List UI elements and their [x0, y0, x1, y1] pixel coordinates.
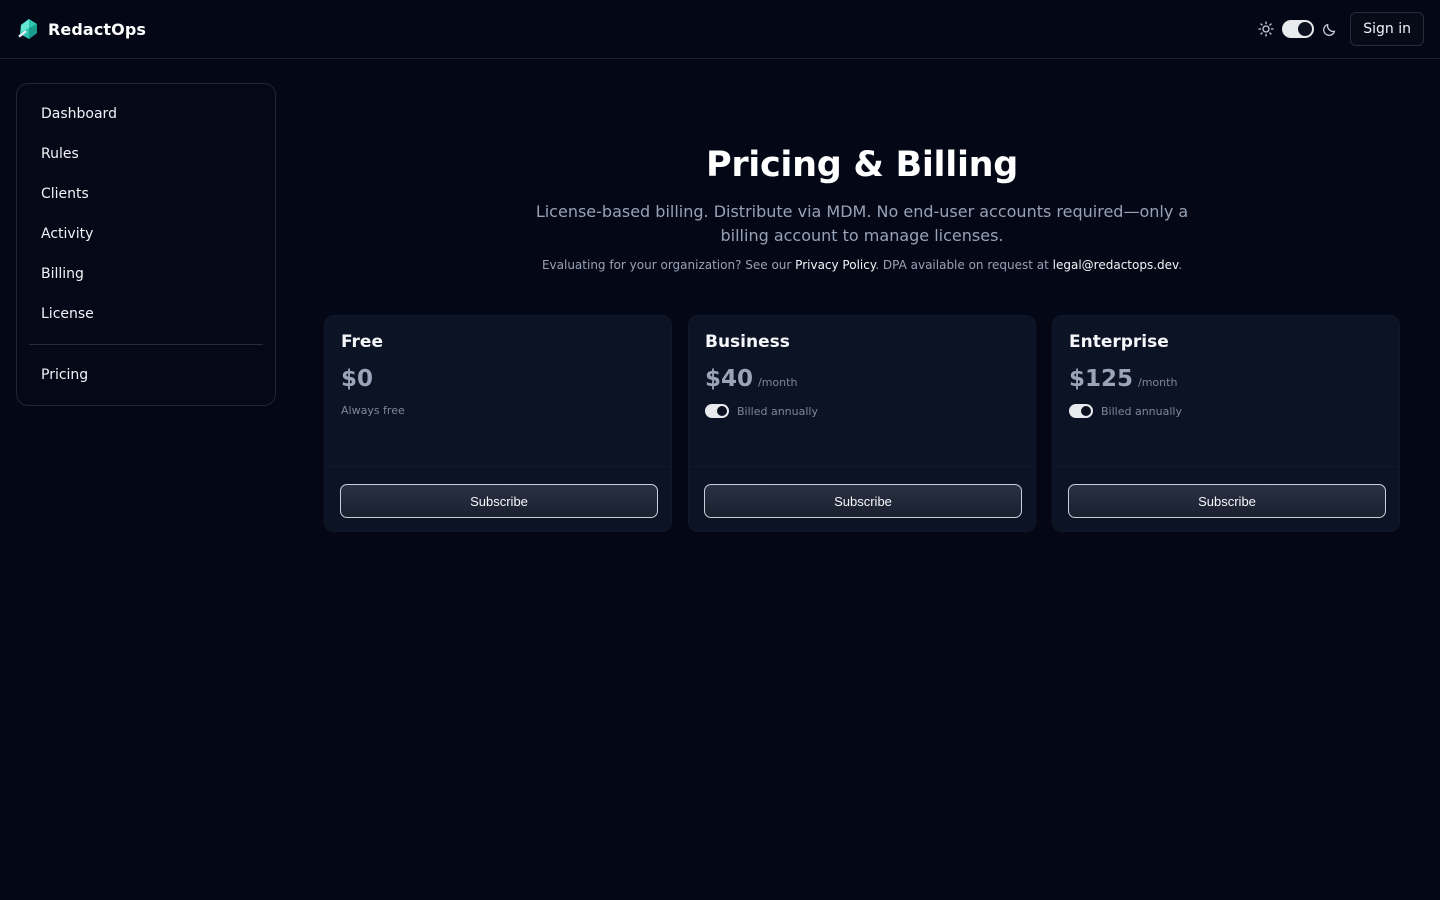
toggle-knob [1298, 22, 1313, 36]
price-row: $40 /month [705, 366, 797, 392]
plan-card-free: Free $0 Always free Subscribe [324, 315, 672, 532]
sidebar-divider [29, 344, 263, 345]
subscribe-button-free[interactable]: Subscribe [340, 484, 658, 518]
sidebar-item-rules[interactable]: Rules [29, 134, 263, 174]
toggle-knob [717, 406, 727, 416]
plan-name: Business [705, 332, 790, 352]
evaluation-note: Evaluating for your organization? See ou… [324, 258, 1400, 272]
billed-annually-toggle[interactable] [1069, 404, 1093, 418]
note-suffix: . [1178, 258, 1183, 272]
sidebar-item-billing[interactable]: Billing [29, 254, 263, 294]
sidebar-item-dashboard[interactable]: Dashboard [29, 94, 263, 134]
redactops-logo-icon [18, 19, 37, 39]
billing-row: Billed annually [1069, 404, 1182, 418]
sidebar-item-pricing[interactable]: Pricing [29, 355, 263, 395]
billing-note: Billed annually [737, 404, 818, 418]
toggle-knob [1081, 406, 1091, 416]
plan-card-enterprise: Enterprise $125 /month Billed annually S… [1052, 315, 1400, 532]
billed-annually-toggle[interactable] [705, 404, 729, 418]
plan-name: Enterprise [1069, 332, 1169, 352]
card-divider [325, 466, 671, 467]
sun-icon [1258, 21, 1274, 37]
card-divider [1053, 466, 1399, 467]
plan-period: /month [1138, 376, 1178, 389]
sidebar-item-clients[interactable]: Clients [29, 174, 263, 214]
plan-card-business: Business $40 /month Billed annually Subs… [688, 315, 1036, 532]
note-middle: . DPA available on request at [875, 258, 1053, 272]
plan-price: $0 [341, 366, 374, 392]
billing-row: Always free [341, 404, 405, 417]
card-divider [689, 466, 1035, 467]
note-prefix: Evaluating for your organization? See ou… [541, 258, 796, 272]
billing-row: Billed annually [705, 404, 818, 418]
price-row: $125 /month [1069, 366, 1177, 392]
top-header: RedactOps Sign in [0, 0, 1440, 59]
brand-name: RedactOps [48, 19, 147, 39]
moon-icon [1323, 23, 1336, 36]
billing-note: Billed annually [1101, 404, 1182, 418]
legal-email-link[interactable]: legal@redactops.dev [1053, 258, 1179, 272]
plan-price: $125 [1069, 366, 1134, 392]
sign-in-button[interactable]: Sign in [1350, 12, 1424, 46]
plan-price: $40 [705, 366, 754, 392]
page-title: Pricing & Billing [705, 145, 1019, 185]
subscribe-button-enterprise[interactable]: Subscribe [1068, 484, 1386, 518]
subscribe-button-business[interactable]: Subscribe [704, 484, 1022, 518]
sidebar-nav: Dashboard Rules Clients Activity Billing… [16, 83, 276, 406]
theme-toggle-switch[interactable] [1282, 20, 1315, 38]
page-subtitle: License-based billing. Distribute via MD… [535, 202, 1189, 245]
plan-name: Free [341, 332, 383, 352]
header-actions: Sign in [1258, 12, 1424, 46]
sidebar-item-license[interactable]: License [29, 294, 263, 334]
billing-note: Always free [341, 404, 405, 417]
sidebar-item-activity[interactable]: Activity [29, 214, 263, 254]
price-row: $0 [341, 366, 373, 392]
plan-period: /month [758, 376, 798, 389]
privacy-policy-link[interactable]: Privacy Policy [795, 258, 875, 272]
pricing-cards: Free $0 Always free Subscribe Business $… [324, 315, 1400, 532]
brand[interactable]: RedactOps [17, 18, 146, 40]
